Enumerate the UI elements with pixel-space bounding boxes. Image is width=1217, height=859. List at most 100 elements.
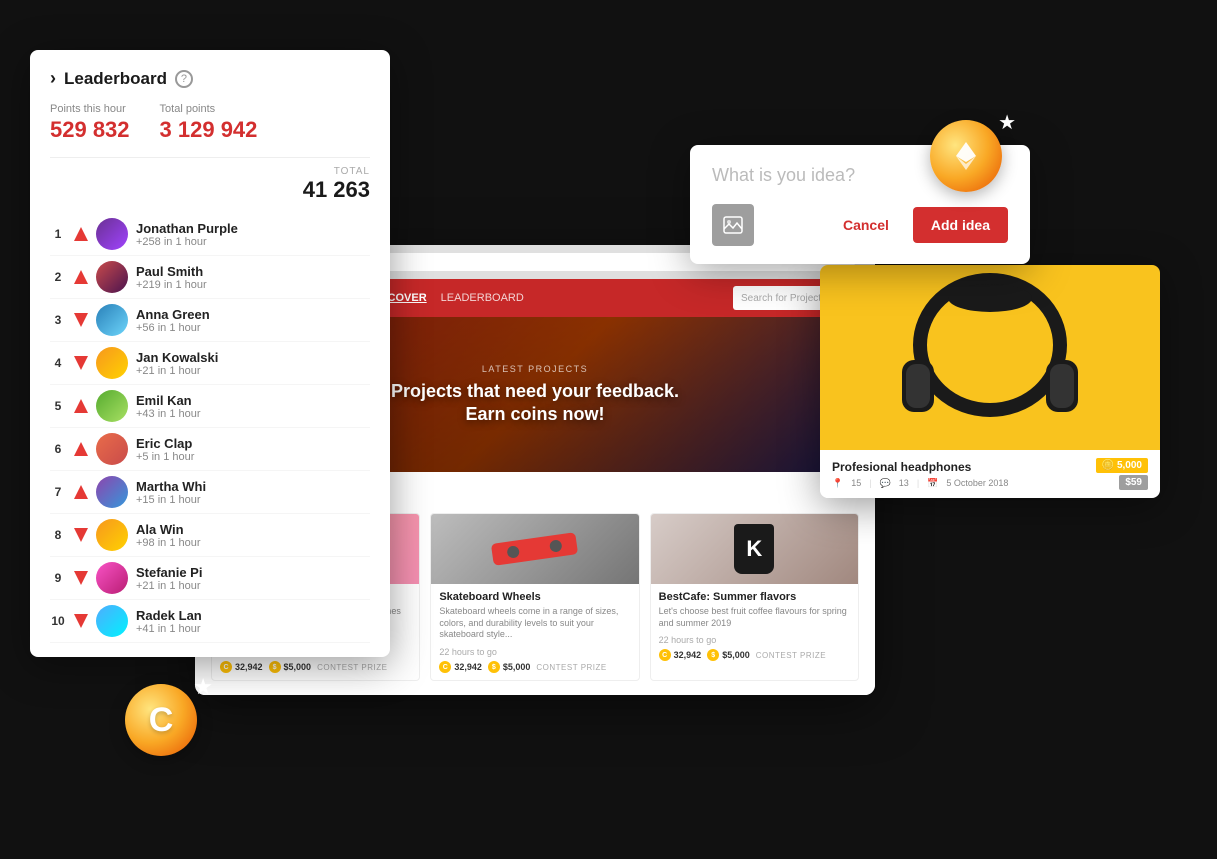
list-item[interactable]: 6 Eric Clap +5 in 1 hour [50, 428, 370, 471]
user-points: +56 in 1 hour [136, 322, 210, 334]
points-this-hour-block: Points this hour 529 832 [50, 103, 130, 143]
user-name: Eric Clap [136, 436, 194, 451]
headphones-meta: 📍 15 | 💬 13 | 📅 5 October 2018 [832, 478, 1096, 489]
avatar [96, 304, 128, 336]
list-item[interactable]: 7 Martha Whi +15 in 1 hour [50, 471, 370, 514]
coin-badge: C 32,942 [220, 661, 263, 673]
project-time: 22 hours to go [659, 635, 850, 645]
user-points: +258 in 1 hour [136, 236, 238, 248]
total-value: 41 263 [50, 177, 370, 203]
prize-coin-icon: $ [488, 661, 500, 673]
user-points: +15 in 1 hour [136, 494, 206, 506]
rank-number: 2 [50, 270, 66, 284]
avatar [96, 519, 128, 551]
calendar-icon: 📅 [927, 478, 938, 489]
list-item[interactable]: 3 Anna Green +56 in 1 hour [50, 299, 370, 342]
coin-badge: C 32,942 [659, 649, 702, 661]
list-item[interactable]: 8 Ala Win +98 in 1 hour [50, 514, 370, 557]
project-card-skateboard[interactable]: Skateboard Wheels Skateboard wheels come… [430, 513, 639, 681]
total-section: TOTAL 41 263 [50, 157, 370, 203]
points-this-hour-value: 529 832 [50, 117, 130, 143]
avatar [96, 261, 128, 293]
headphones-image [820, 265, 1160, 450]
list-item[interactable]: 4 Jan Kowalski +21 in 1 hour [50, 342, 370, 385]
avatar [96, 347, 128, 379]
project-desc: Skateboard wheels come in a range of siz… [439, 606, 630, 641]
add-idea-button[interactable]: Add idea [913, 207, 1008, 243]
contest-label: CONTEST PRIZE [756, 651, 826, 660]
total-points-block: Total points 3 129 942 [160, 103, 258, 143]
price-coin-badge: 🪙 5,000 [1096, 458, 1148, 473]
coin-c-decoration: C ★ [125, 684, 205, 764]
total-points-label: Total points [160, 103, 258, 115]
chevron-right-icon: › [50, 68, 56, 89]
points-this-hour-label: Points this hour [50, 103, 130, 115]
project-desc: Let's choose best fruit coffee flavours … [659, 606, 850, 629]
comment-icon: 💬 [880, 478, 891, 489]
hero-title: Projects that need your feedback. Earn c… [391, 380, 679, 425]
arrow-down-icon [74, 356, 88, 370]
arrow-down-icon [74, 528, 88, 542]
coin-c-circle: C [125, 684, 197, 756]
leaderboard-info-icon[interactable]: ? [175, 70, 193, 88]
contest-label: CONTEST PRIZE [317, 663, 387, 672]
rank-number: 9 [50, 571, 66, 585]
total-label: TOTAL [50, 166, 370, 177]
coin-symbol: 🪙 [1102, 460, 1117, 471]
arrow-up-icon [74, 270, 88, 284]
contest-label: CONTEST PRIZE [536, 663, 606, 672]
user-name: Radek Lan [136, 608, 202, 623]
project-card-bestcafe[interactable]: K BestCafe: Summer flavors Let's choose … [650, 513, 859, 681]
prize-coin-icon: $ [707, 649, 719, 661]
cancel-button[interactable]: Cancel [829, 209, 903, 241]
dialog-image-button[interactable] [712, 204, 754, 246]
user-points: +41 in 1 hour [136, 623, 202, 635]
coin-icon: C [659, 649, 671, 661]
headphones-icon: 📍 [832, 478, 843, 489]
list-item[interactable]: 1 Jonathan Purple +258 in 1 hour [50, 213, 370, 256]
rank-number: 7 [50, 485, 66, 499]
coin-eth-star-icon: ★ [998, 110, 1016, 135]
avatar [96, 476, 128, 508]
hero-tag: LATEST PROJECTS [482, 364, 588, 374]
user-name: Ala Win [136, 522, 201, 537]
avatar [96, 390, 128, 422]
headphones-info: Profesional headphones 📍 15 | 💬 13 | 📅 5… [832, 460, 1096, 489]
rank-number: 4 [50, 356, 66, 370]
user-points: +98 in 1 hour [136, 537, 201, 549]
list-item[interactable]: 5 Emil Kan +43 in 1 hour [50, 385, 370, 428]
headphones-date: 5 October 2018 [946, 478, 1008, 488]
arrow-down-icon [74, 614, 88, 628]
user-name: Martha Whi [136, 479, 206, 494]
project-time: 22 hours to go [439, 647, 630, 657]
nav-link-leaderboard[interactable]: LEADERBOARD [441, 292, 524, 304]
dialog-actions: Cancel Add idea [712, 204, 1008, 246]
project-body-skateboard: Skateboard Wheels Skateboard wheels come… [431, 584, 638, 680]
user-name: Emil Kan [136, 393, 201, 408]
coin-c-star-icon: ★ [193, 674, 213, 700]
arrow-up-icon [74, 442, 88, 456]
avatar [96, 562, 128, 594]
headphones-footer: Profesional headphones 📍 15 | 💬 13 | 📅 5… [820, 450, 1160, 498]
headphones-prices: 🪙 5,000 $59 [1096, 458, 1148, 490]
rank-number: 6 [50, 442, 66, 456]
prize-badge: $ $5,000 [269, 661, 312, 673]
prize-coin-icon: $ [269, 661, 281, 673]
arrow-up-icon [74, 399, 88, 413]
user-name: Paul Smith [136, 264, 207, 279]
list-item[interactable]: 2 Paul Smith +219 in 1 hour [50, 256, 370, 299]
user-points: +43 in 1 hour [136, 408, 201, 420]
arrow-down-icon [74, 571, 88, 585]
user-name: Jonathan Purple [136, 221, 238, 236]
user-points: +219 in 1 hour [136, 279, 207, 291]
list-item[interactable]: 9 Stefanie Pi +21 in 1 hour [50, 557, 370, 600]
project-name: Skateboard Wheels [439, 591, 630, 603]
project-meta: C 32,942 $ $5,000 CONTEST PRIZE [659, 649, 850, 661]
list-item[interactable]: 10 Radek Lan +41 in 1 hour [50, 600, 370, 643]
leaderboard-title: Leaderboard [64, 69, 167, 89]
leaderboard-card: › Leaderboard ? Points this hour 529 832… [30, 50, 390, 657]
total-points-value: 3 129 942 [160, 117, 258, 143]
user-name: Jan Kowalski [136, 350, 218, 365]
price-usd-badge: $59 [1119, 475, 1148, 490]
arrow-up-icon [74, 485, 88, 499]
